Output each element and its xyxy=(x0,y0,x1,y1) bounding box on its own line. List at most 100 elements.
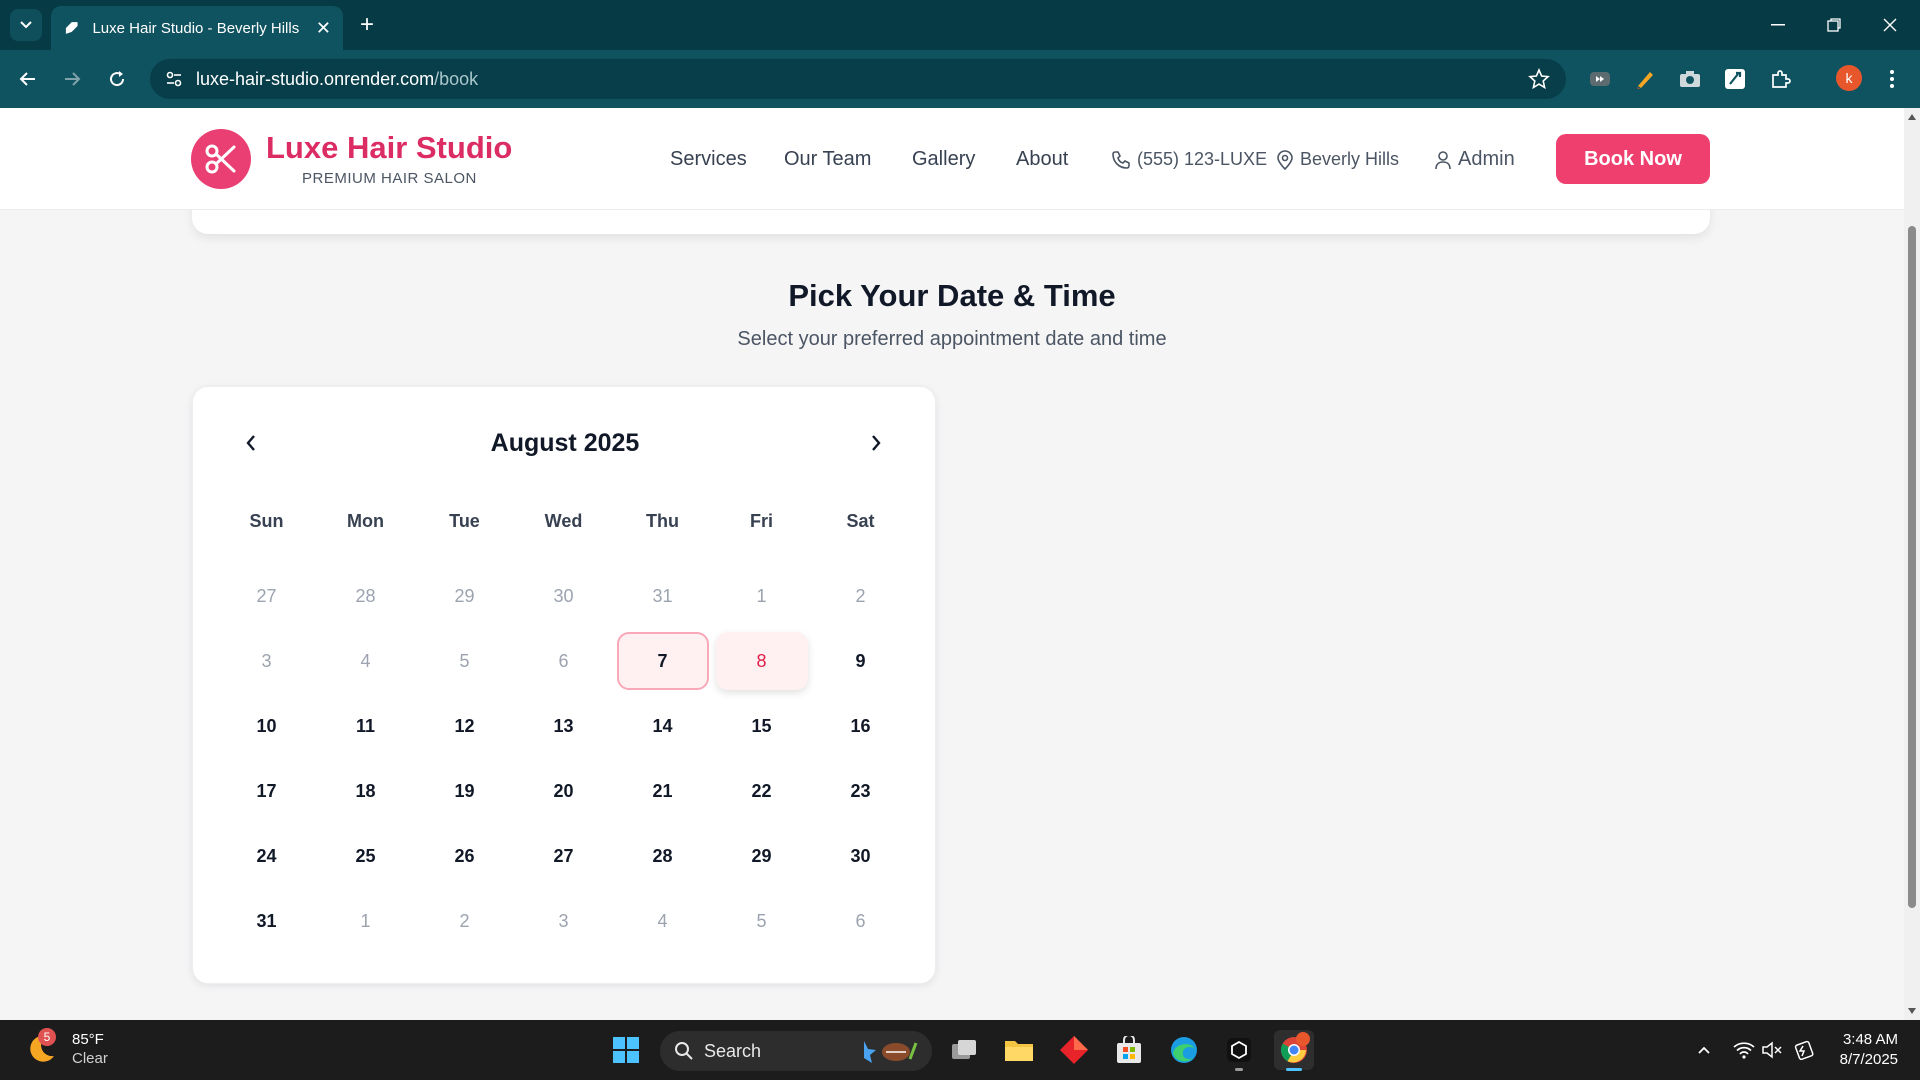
logo[interactable] xyxy=(191,129,251,189)
calendar-day: 1 xyxy=(756,585,767,606)
calendar-day[interactable]: 12 xyxy=(419,697,511,755)
nav-services[interactable]: Services xyxy=(670,148,747,171)
calendar-day[interactable]: 13 xyxy=(518,697,610,755)
address-bar[interactable]: luxe-hair-studio.onrender.com/book xyxy=(150,59,1566,99)
edge-browser-button[interactable] xyxy=(1164,1030,1204,1070)
close-window-button[interactable] xyxy=(1862,0,1918,50)
edit-square-icon xyxy=(1725,69,1745,89)
scrollbar-thumb[interactable] xyxy=(1908,226,1916,908)
site-info-button[interactable] xyxy=(154,59,194,99)
calendar-day-today[interactable]: 7 xyxy=(616,632,709,690)
page-scrollbar[interactable] xyxy=(1904,108,1920,1020)
volume-status[interactable] xyxy=(1760,1038,1784,1062)
weekday-tue: Tue xyxy=(449,511,480,531)
weekday-mon: Mon xyxy=(347,511,384,531)
battery-status[interactable] xyxy=(1792,1038,1816,1062)
calendar-day[interactable]: 20 xyxy=(518,762,610,820)
back-button[interactable] xyxy=(12,63,44,95)
weather-text: 85°F Clear xyxy=(72,1030,108,1068)
forward-button[interactable] xyxy=(56,63,88,95)
browser-menu-button[interactable] xyxy=(1880,65,1904,93)
calendar-day[interactable]: 16 xyxy=(815,697,907,755)
folder-icon xyxy=(1005,1041,1033,1061)
calendar-day[interactable]: 22 xyxy=(716,762,808,820)
location-text: Beverly Hills xyxy=(1300,149,1400,169)
calendar-day[interactable]: 31 xyxy=(221,892,313,950)
calendar-day[interactable]: 25 xyxy=(320,827,412,885)
nav-our-team[interactable]: Our Team xyxy=(784,148,871,171)
puzzle-icon xyxy=(1772,70,1791,88)
system-clock[interactable]: 3:48 AM 8/7/2025 xyxy=(1834,1030,1898,1070)
brand-name[interactable]: Luxe Hair Studio xyxy=(266,130,512,166)
chevron-down-icon xyxy=(20,21,32,29)
calendar-day-selected[interactable]: 8 xyxy=(715,632,808,690)
show-hidden-icons-button[interactable] xyxy=(1692,1038,1716,1062)
app-red-diamond-button[interactable] xyxy=(1054,1030,1094,1070)
search-icon xyxy=(675,1042,693,1060)
admin-link[interactable]: Admin xyxy=(1434,148,1515,171)
new-tab-button[interactable]: + xyxy=(352,10,382,40)
scroll-up-icon[interactable] xyxy=(1907,112,1917,122)
calendar-day[interactable]: 15 xyxy=(716,697,808,755)
calendar-day[interactable]: 19 xyxy=(419,762,511,820)
minimize-button[interactable] xyxy=(1750,0,1806,50)
microsoft-store-button[interactable] xyxy=(1109,1030,1149,1070)
scroll-down-icon[interactable] xyxy=(1907,1006,1917,1016)
calendar-day[interactable]: 10 xyxy=(221,697,313,755)
calendar-day[interactable]: 18 xyxy=(320,762,412,820)
extension-highlighter-button[interactable] xyxy=(1631,65,1659,93)
restore-button[interactable] xyxy=(1806,0,1862,50)
search-label: Search xyxy=(704,1040,762,1061)
file-explorer-button[interactable] xyxy=(999,1030,1039,1070)
task-view-button[interactable] xyxy=(944,1030,984,1070)
tab-search-button[interactable] xyxy=(10,9,42,41)
calendar-day[interactable]: 23 xyxy=(815,762,907,820)
user-icon xyxy=(1435,150,1451,169)
extension-screenshot-button[interactable] xyxy=(1676,65,1704,93)
taskbar-search[interactable]: Search xyxy=(660,1031,932,1071)
calendar-day[interactable]: 14 xyxy=(617,697,709,755)
tab-close-icon[interactable]: ✕ xyxy=(316,18,331,39)
calendar-day: 30 xyxy=(553,585,574,606)
next-month-button[interactable] xyxy=(858,425,894,461)
calendar-day: 2 xyxy=(855,585,866,606)
browser-tabstrip: Luxe Hair Studio - Beverly Hills ✕ + xyxy=(0,0,1920,50)
weekday-thu: Thu xyxy=(646,511,679,531)
media-extension-icon xyxy=(1590,72,1610,86)
calendar-day[interactable]: 17 xyxy=(221,762,313,820)
red-diamond-icon xyxy=(1060,1036,1088,1064)
calendar-day[interactable]: 9 xyxy=(815,632,907,690)
calendar-day[interactable]: 24 xyxy=(221,827,313,885)
url-text: luxe-hair-studio.onrender.com/book xyxy=(196,69,478,90)
nav-about[interactable]: About xyxy=(1016,148,1068,171)
app-cube-button[interactable] xyxy=(1219,1030,1259,1071)
battery-charging-icon xyxy=(1794,1040,1814,1060)
nav-gallery[interactable]: Gallery xyxy=(912,148,975,171)
bookmark-button[interactable] xyxy=(1528,67,1550,95)
extension-editor-button[interactable] xyxy=(1721,65,1749,93)
chrome-browser-button[interactable] xyxy=(1274,1030,1314,1071)
wifi-status[interactable] xyxy=(1732,1038,1756,1062)
calendar-day[interactable]: 21 xyxy=(617,762,709,820)
extension-media-button[interactable] xyxy=(1586,65,1614,93)
calendar-day[interactable]: 11 xyxy=(320,697,412,755)
phone-link[interactable]: (555) 123-LUXE xyxy=(1111,149,1267,170)
start-button[interactable] xyxy=(606,1030,646,1070)
cube-app-icon xyxy=(1227,1038,1251,1062)
calendar-day[interactable]: 28 xyxy=(617,827,709,885)
calendar-day[interactable]: 26 xyxy=(419,827,511,885)
calendar-day[interactable]: 30 xyxy=(815,827,907,885)
reload-button[interactable] xyxy=(101,63,133,95)
browser-tab[interactable]: Luxe Hair Studio - Beverly Hills ✕ xyxy=(51,6,343,50)
active-indicator xyxy=(1286,1068,1302,1071)
calendar-day: 27 xyxy=(256,585,277,606)
weekday-wed: Wed xyxy=(544,511,583,531)
calendar-day[interactable]: 27 xyxy=(518,827,610,885)
extensions-button[interactable] xyxy=(1767,65,1795,93)
weather-widget[interactable]: 5 85°F Clear xyxy=(24,1028,108,1068)
book-now-button[interactable]: Book Now xyxy=(1556,134,1710,184)
profile-avatar[interactable]: k xyxy=(1836,65,1862,91)
more-vertical-icon xyxy=(1890,70,1894,88)
calendar-day[interactable]: 29 xyxy=(716,827,808,885)
weather-alert-badge: 5 xyxy=(38,1028,56,1046)
